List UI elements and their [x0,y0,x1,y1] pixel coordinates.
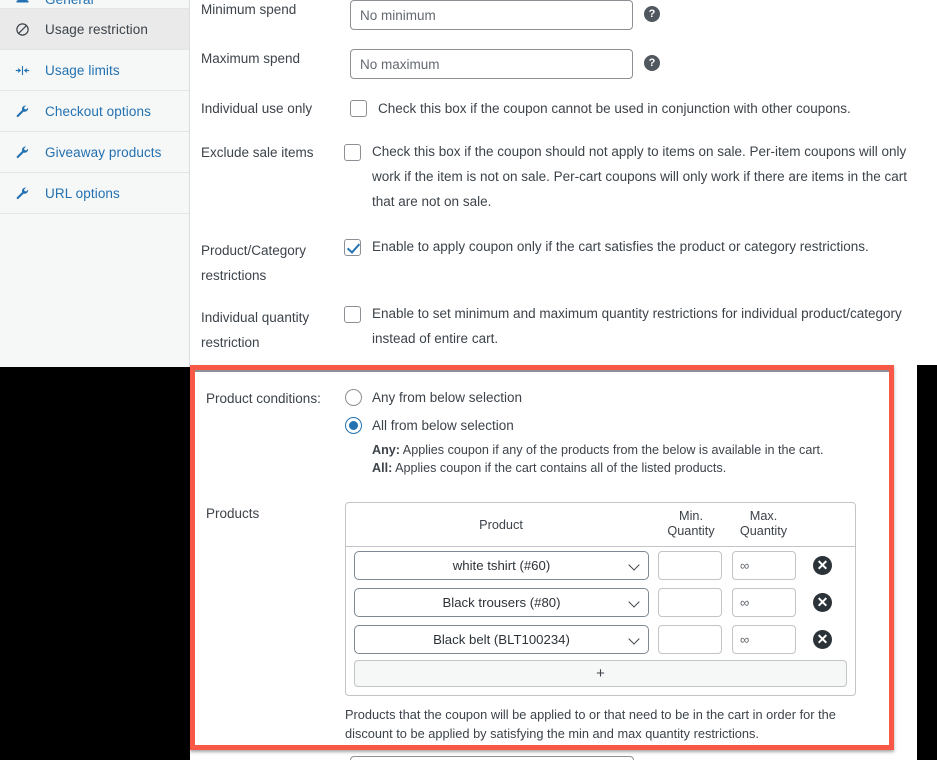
sidebar-item-label-url-options: URL options [45,186,120,201]
delete-row-button-1[interactable]: ✕ [813,593,832,612]
product-conditions-option-all[interactable]: All from below selection [345,417,889,434]
sidebar-item-label-checkout-options: Checkout options [45,104,151,119]
column-header-actions [801,509,855,539]
field-label-maximum-spend: Maximum spend [190,49,350,79]
field-exclude-sale-items: Exclude sale items Check this box if the… [190,143,917,214]
column-header-max-line2: Quantity [726,524,801,539]
sidebar-black-area [0,367,190,760]
field-label-product-category-restrictions: Product/Category restrictions [190,238,335,288]
min-quantity-input-0[interactable] [658,551,722,580]
max-quantity-input-2[interactable] [732,625,796,654]
product-restrictions-highlight-box: Product conditions: Any from below selec… [190,365,894,750]
sidebar-item-url-options[interactable]: URL options [0,173,189,214]
max-quantity-input-1[interactable] [732,588,796,617]
sidebar-item-giveaway-products[interactable]: Giveaway products [0,132,189,173]
min-quantity-input-2[interactable] [658,625,722,654]
column-header-max-line1: Max. [726,509,801,524]
radio-any-from-below[interactable] [345,389,362,406]
min-quantity-input-1[interactable] [658,588,722,617]
next-field-input-partial[interactable] [350,756,634,760]
column-header-product: Product [346,509,656,539]
product-conditions-note-any: Any: Applies coupon if any of the produc… [372,441,889,459]
field-label-individual-quantity-restriction: Individual quantity restriction [190,305,335,355]
table-row: Black belt (BLT100234) ✕ [346,621,855,658]
coupon-data-sidebar: General Usage restriction [0,0,190,367]
sidebar-item-checkout-options[interactable]: Checkout options [0,91,189,132]
field-label-minimum-spend: Minimum spend [190,0,350,30]
radio-all-from-below[interactable] [345,417,362,434]
maximum-spend-input[interactable] [350,49,633,79]
product-select-value-1: Black trousers (#80) [443,595,561,610]
products-table: Product Min. Quantity Max. Quantity [345,502,856,696]
product-category-restrictions-checkbox[interactable] [344,239,361,256]
exclude-sale-items-text: Check this box if the coupon should not … [372,139,917,214]
product-conditions-option-any[interactable]: Any from below selection [345,389,889,406]
add-product-row-button[interactable]: + [354,660,847,687]
column-header-min-line1: Min. [656,509,726,524]
note-all-text: Applies coupon if the cart contains all … [392,461,726,475]
note-all-key: All: [372,461,392,475]
exclude-sale-items-checkbox[interactable] [344,144,361,161]
column-header-min-line2: Quantity [656,524,726,539]
products-description: Products that the coupon will be applied… [345,705,865,743]
wrench-icon [11,186,33,201]
table-row: white tshirt (#60) ✕ [346,547,855,584]
sidebar-item-label-usage-restriction: Usage restriction [45,22,148,37]
ticket-icon [11,0,33,7]
column-header-min-quantity: Min. Quantity [656,509,726,539]
field-label-exclude-sale-items: Exclude sale items [190,143,344,214]
field-product-conditions: Product conditions: Any from below selec… [195,389,889,477]
field-label-products: Products [195,502,345,743]
delete-row-button-0[interactable]: ✕ [813,556,832,575]
sidebar-item-usage-limits[interactable]: Usage limits [0,50,189,91]
field-label-individual-use-only: Individual use only [190,99,350,119]
help-icon[interactable]: ? [644,55,660,71]
note-any-text: Applies coupon if any of the products fr… [400,443,824,457]
product-select-0[interactable]: white tshirt (#60) [354,551,649,580]
individual-quantity-restriction-text: Enable to set minimum and maximum quanti… [372,301,917,351]
delete-row-button-2[interactable]: ✕ [813,630,832,649]
product-category-restrictions-text: Enable to apply coupon only if the cart … [372,238,917,256]
column-header-max-quantity: Max. Quantity [726,509,801,539]
wrench-icon [11,104,33,119]
field-individual-quantity-restriction: Individual quantity restriction Enable t… [190,305,917,355]
help-icon[interactable]: ? [644,6,660,22]
product-select-value-0: white tshirt (#60) [453,558,550,573]
note-any-key: Any: [372,443,400,457]
field-products: Products Product Min. Quantity Max. Quan… [195,502,889,743]
product-select-1[interactable]: Black trousers (#80) [354,588,649,617]
minimum-spend-input[interactable] [350,0,633,30]
usage-limits-icon [11,63,33,78]
table-row: Black trousers (#80) ✕ [346,584,855,621]
product-conditions-note-all: All: Applies coupon if the cart contains… [372,459,889,477]
sidebar-item-label-usage-limits: Usage limits [45,63,120,78]
individual-quantity-restriction-checkbox[interactable] [344,306,361,323]
screen: General Usage restriction [0,0,937,760]
radio-label-all: All from below selection [372,418,514,433]
screen-black-gutter-right [917,365,937,760]
max-quantity-input-0[interactable] [732,551,796,580]
sidebar-item-label-general: General [45,0,94,7]
products-table-header: Product Min. Quantity Max. Quantity [346,503,855,547]
individual-use-only-text: Check this box if the coupon cannot be u… [378,99,898,118]
radio-label-any: Any from below selection [372,390,522,405]
field-minimum-spend: Minimum spend ? [190,0,917,30]
chevron-down-icon [628,559,639,570]
field-individual-use-only: Individual use only Check this box if th… [190,99,917,119]
chevron-down-icon [628,633,639,644]
field-maximum-spend: Maximum spend ? [190,49,917,79]
ban-icon [11,22,33,37]
sidebar-item-label-giveaway-products: Giveaway products [45,145,162,160]
product-select-2[interactable]: Black belt (BLT100234) [354,625,649,654]
product-conditions-note: Any: Applies coupon if any of the produc… [372,441,889,477]
individual-use-only-checkbox[interactable] [350,100,367,117]
sidebar-item-usage-restriction[interactable]: Usage restriction [0,9,189,50]
product-select-value-2: Black belt (BLT100234) [433,632,570,647]
field-product-category-restrictions: Product/Category restrictions Enable to … [190,238,917,288]
wrench-icon [11,145,33,160]
chevron-down-icon [628,596,639,607]
sidebar-item-general[interactable]: General [0,0,189,9]
field-label-product-conditions: Product conditions: [195,389,345,477]
